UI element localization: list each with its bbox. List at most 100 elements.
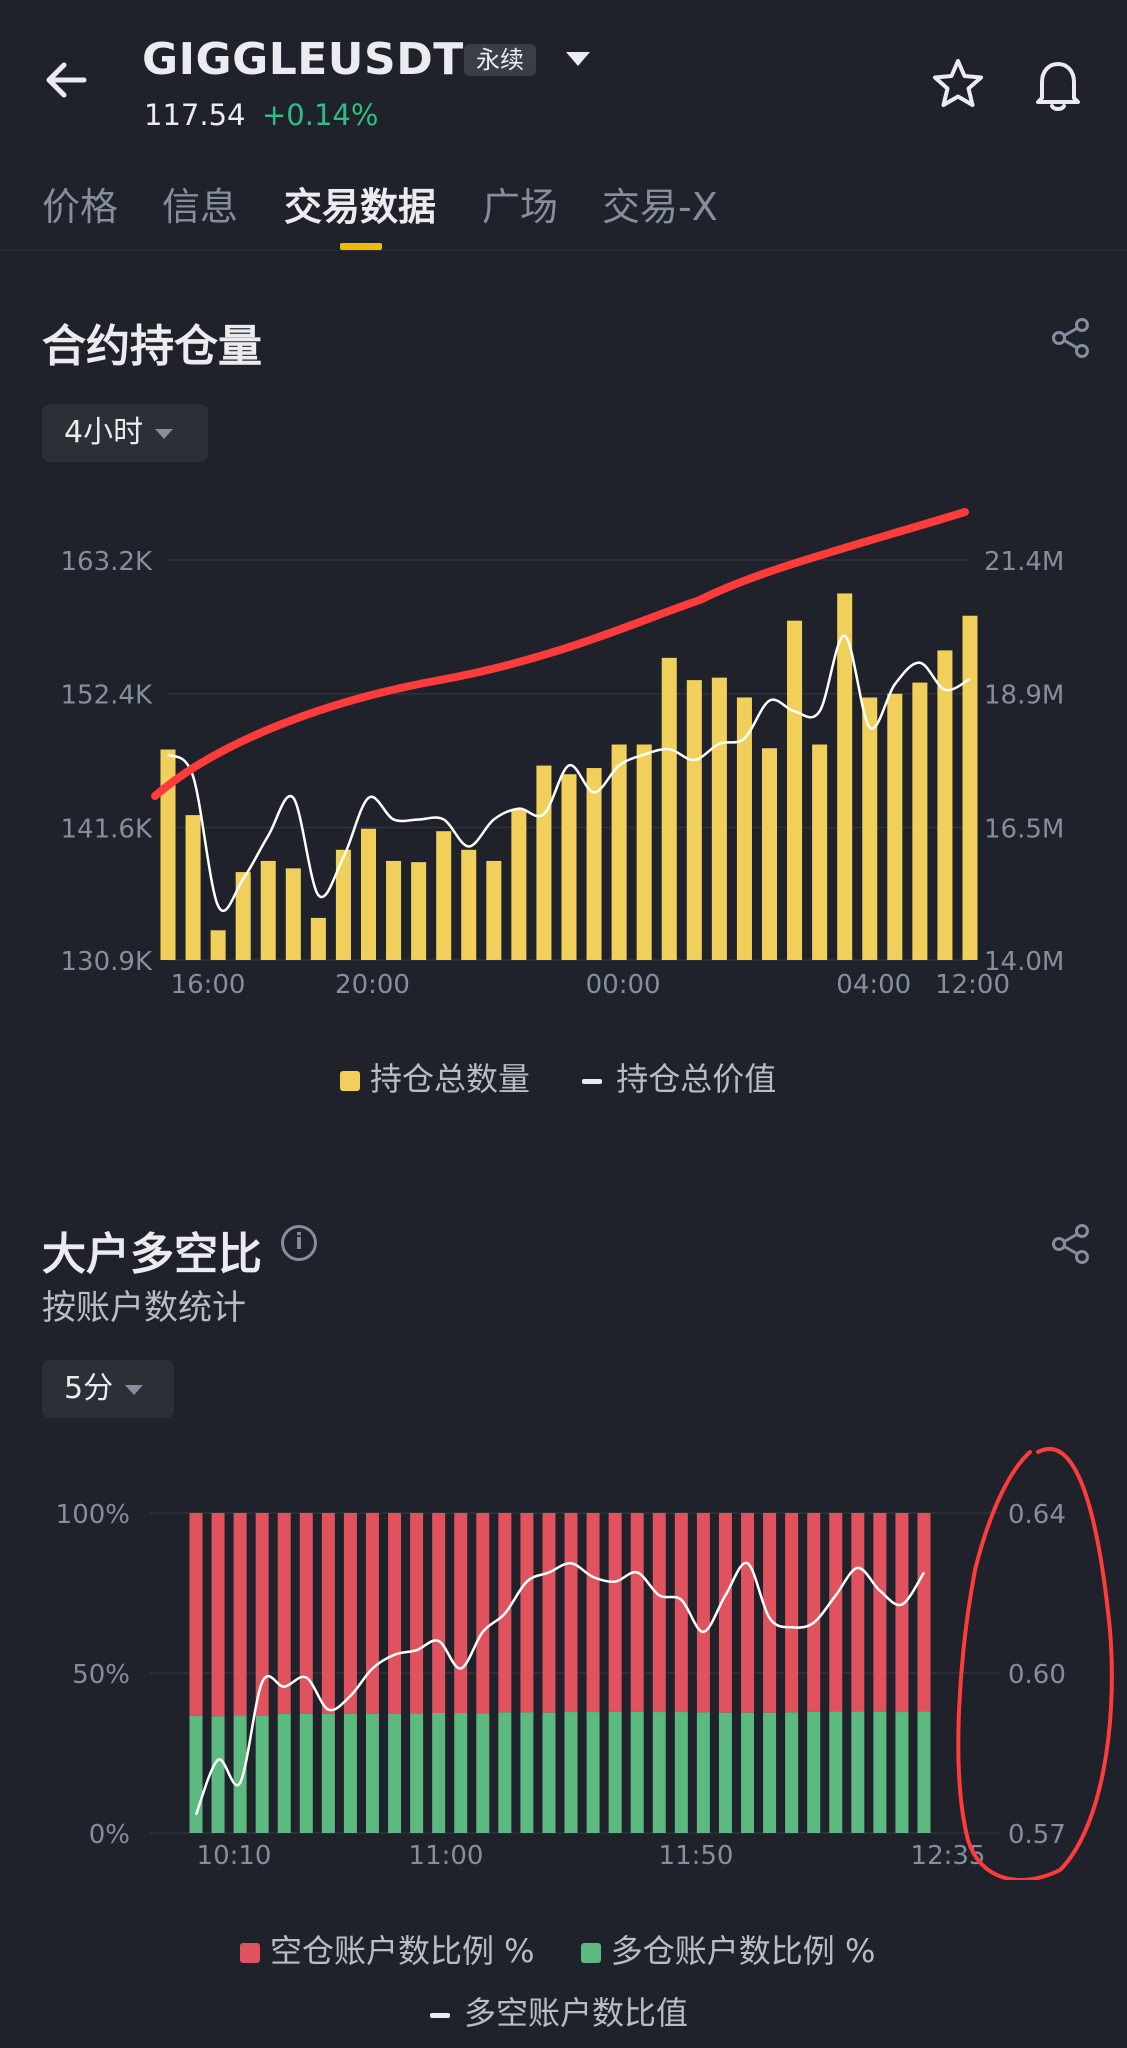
y-left-tick-label: 163.2K [61, 547, 153, 577]
long-short-subtitle: 按账户数统计 [42, 1288, 246, 1328]
y-left-tick-label: 141.6K [61, 814, 153, 844]
info-icon[interactable]: i [281, 1225, 317, 1261]
long-bar [564, 1712, 578, 1833]
bar [761, 748, 778, 960]
short-bar [674, 1513, 688, 1713]
short-bar [652, 1513, 666, 1713]
long-bar [608, 1711, 622, 1833]
long-bar [895, 1712, 909, 1833]
y-left-tick-label: 152.4K [61, 681, 153, 711]
active-tab-indicator [340, 243, 382, 250]
bar [937, 650, 953, 960]
bar [661, 657, 677, 960]
short-bar [233, 1513, 247, 1716]
short-bar [873, 1513, 887, 1712]
short-bar [189, 1513, 203, 1716]
long-bar [917, 1711, 931, 1833]
x-tick-label: 16:00 [171, 970, 246, 1000]
oi-interval-select[interactable]: 4小时 [42, 404, 208, 462]
short-bar [321, 1513, 335, 1714]
tab-trading-data[interactable]: 交易数据 [284, 176, 436, 231]
long-bar [277, 1713, 291, 1833]
open-interest-title: 合约持仓量 [42, 321, 262, 372]
short-bar [476, 1513, 490, 1714]
short-bar [388, 1513, 402, 1714]
tab-square[interactable]: 广场 [482, 176, 558, 231]
bar [185, 815, 201, 960]
bar [586, 768, 602, 960]
bar [912, 682, 928, 960]
short-bar [586, 1513, 600, 1713]
long-bar [807, 1711, 821, 1833]
y-right-tick-label: 18.9M [984, 681, 1064, 711]
share-icon[interactable] [1049, 1222, 1093, 1266]
long-bar [741, 1712, 755, 1833]
short-bar [829, 1513, 843, 1712]
short-bar [741, 1513, 755, 1713]
symbol-title[interactable]: GIGGLEUSDT [142, 34, 464, 85]
y-left-tick-label: 0% [89, 1820, 130, 1850]
short-bar [343, 1513, 357, 1714]
long-bar [785, 1712, 799, 1833]
bar [561, 774, 577, 960]
bar [511, 808, 527, 960]
bar [536, 765, 552, 960]
bar [411, 862, 427, 960]
back-arrow-icon[interactable] [40, 52, 96, 108]
bar [711, 677, 727, 960]
short-bar [630, 1513, 644, 1712]
tab-info[interactable]: 信息 [162, 176, 238, 231]
long-bar [476, 1713, 490, 1833]
long-bar [189, 1715, 203, 1833]
long-bar [873, 1711, 887, 1833]
long-bar [498, 1712, 512, 1833]
long-bar [255, 1715, 269, 1833]
last-price: 117.54 [144, 98, 246, 132]
bar [887, 693, 903, 960]
y-right-tick-label: 0.60 [1008, 1660, 1066, 1690]
long-bar [674, 1712, 688, 1833]
bar [962, 615, 978, 960]
short-bar [696, 1513, 710, 1713]
tab-trade-x[interactable]: 交易-X [602, 176, 718, 231]
y-left-tick-label: 50% [72, 1660, 130, 1690]
bell-icon[interactable] [1030, 56, 1086, 112]
x-tick-label: 11:00 [409, 1841, 484, 1871]
bar [260, 860, 276, 960]
short-bar [410, 1513, 424, 1714]
long-bar [299, 1713, 313, 1833]
short-bar [542, 1513, 556, 1713]
x-tick-label: 20:00 [335, 970, 410, 1000]
long-bar [211, 1716, 225, 1833]
legend-short-label: 空仓账户数比例 % [270, 1932, 535, 1970]
short-bar [432, 1513, 446, 1713]
bar [360, 828, 377, 960]
tabs-divider [0, 250, 1127, 251]
legend-short: 空仓账户数比例 % [240, 1932, 535, 1970]
legend-value-swatch [582, 1078, 603, 1084]
bar [686, 680, 702, 960]
symbol-dropdown-icon[interactable] [566, 52, 590, 66]
share-icon[interactable] [1049, 316, 1093, 360]
short-bar [895, 1513, 909, 1713]
short-bar [520, 1513, 534, 1713]
legend-long-swatch [580, 1943, 601, 1963]
tab-price[interactable]: 价格 [42, 176, 118, 231]
legend-long: 多仓账户数比例 % [580, 1932, 875, 1970]
bar [787, 620, 803, 960]
legend-quantity: 持仓总数量 [340, 1060, 530, 1098]
open-interest-chart: 130.9K 14.0M141.6K 16.5M152.4K 18.9M163.2K 2… [61, 508, 1064, 1000]
bar [310, 917, 326, 960]
x-tick-label: 12:00 [935, 970, 1010, 1000]
short-bar [211, 1513, 225, 1717]
y-right-tick-label: 21.4M [984, 547, 1064, 577]
bar [436, 831, 452, 960]
long-short-chart: 0%50%100%0.570.600.6410:10 11:00 11:50 12:3… [56, 1447, 1114, 1880]
long-bar [520, 1712, 534, 1833]
short-bar [454, 1513, 468, 1713]
long-bar [542, 1712, 556, 1833]
star-icon[interactable] [930, 56, 986, 112]
legend-value-label: 持仓总价值 [616, 1060, 777, 1098]
long-bar [851, 1711, 865, 1833]
legend-ratio-swatch [430, 2012, 450, 2018]
